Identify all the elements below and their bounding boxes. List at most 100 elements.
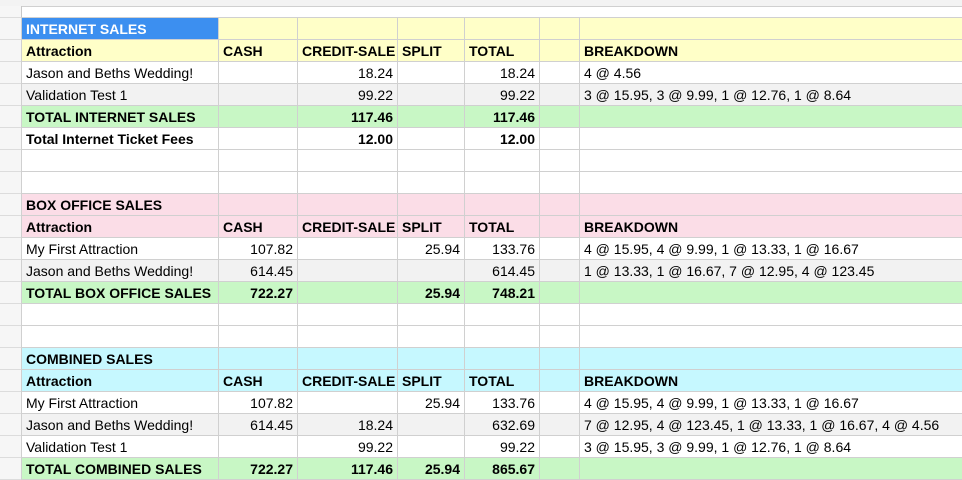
cell[interactable] [539,127,580,150]
cell[interactable]: 12.00 [464,127,540,150]
cell[interactable] [397,149,465,172]
cell[interactable]: Jason and Beths Wedding! [21,61,219,84]
cell[interactable]: TOTAL [464,39,540,62]
cell[interactable] [397,303,465,326]
cell[interactable] [539,259,580,282]
cell[interactable] [397,413,465,436]
cell[interactable]: 632.69 [464,413,540,436]
cell[interactable]: 722.27 [218,457,298,480]
cell[interactable] [539,17,580,40]
cell[interactable] [539,61,580,84]
cell[interactable] [579,149,962,172]
cell[interactable]: CREDIT-SALE [297,215,398,238]
cell[interactable] [539,39,580,62]
cell[interactable]: TOTAL [464,369,540,392]
cell[interactable] [464,193,540,216]
cell[interactable] [579,171,962,194]
cell[interactable]: 18.24 [297,413,398,436]
cell[interactable]: CREDIT-SALE [297,369,398,392]
cell[interactable] [539,83,580,106]
cell[interactable] [218,435,298,458]
cell[interactable]: 107.82 [218,391,298,414]
cell[interactable] [464,171,540,194]
cell[interactable]: 99.22 [464,83,540,106]
row-gutter[interactable] [0,6,22,480]
cell[interactable] [297,193,398,216]
cell[interactable] [579,127,962,150]
cell[interactable]: My First Attraction [21,237,219,260]
cell[interactable]: 4 @ 15.95, 4 @ 9.99, 1 @ 13.33, 1 @ 16.6… [579,391,962,414]
cell[interactable] [539,347,580,370]
cell[interactable]: BOX OFFICE SALES [21,193,219,216]
cell[interactable]: 117.46 [297,105,398,128]
cell[interactable]: SPLIT [397,369,465,392]
cell[interactable] [397,17,465,40]
cell[interactable] [218,127,298,150]
cell[interactable]: TOTAL COMBINED SALES [21,457,219,480]
cell[interactable] [21,303,219,326]
cell[interactable]: Total Internet Ticket Fees [21,127,219,150]
cell[interactable] [218,105,298,128]
cell[interactable]: 18.24 [297,61,398,84]
cell[interactable] [539,457,580,480]
cell[interactable] [397,105,465,128]
cell[interactable]: My First Attraction [21,391,219,414]
cell[interactable] [579,347,962,370]
cell[interactable] [21,171,219,194]
cell[interactable] [397,347,465,370]
cell[interactable]: TOTAL [464,215,540,238]
cell[interactable] [539,193,580,216]
cell[interactable] [397,61,465,84]
cell[interactable] [397,325,465,348]
cell[interactable]: BREAKDOWN [579,369,962,392]
cell[interactable]: 25.94 [397,281,465,304]
cell[interactable]: 614.45 [218,413,298,436]
cell[interactable] [539,215,580,238]
cell[interactable] [297,259,398,282]
cell[interactable] [539,435,580,458]
cell[interactable] [579,457,962,480]
cell[interactable] [397,435,465,458]
cell[interactable] [297,347,398,370]
cell[interactable] [464,149,540,172]
cell[interactable]: 99.22 [297,83,398,106]
cell[interactable]: 133.76 [464,237,540,260]
cell[interactable] [218,83,298,106]
cell[interactable] [579,281,962,304]
cell[interactable] [218,61,298,84]
cell[interactable] [297,237,398,260]
cell[interactable] [539,303,580,326]
cell[interactable] [297,391,398,414]
cell[interactable] [579,325,962,348]
cell[interactable] [21,149,219,172]
cell[interactable] [464,303,540,326]
cell[interactable] [397,193,465,216]
cell[interactable] [21,325,219,348]
cell[interactable] [297,281,398,304]
cell[interactable]: 25.94 [397,457,465,480]
cell[interactable]: 722.27 [218,281,298,304]
cell[interactable] [579,193,962,216]
cell[interactable] [539,391,580,414]
cell[interactable]: TOTAL INTERNET SALES [21,105,219,128]
cell[interactable] [464,325,540,348]
cell[interactable] [218,193,298,216]
cell[interactable] [218,347,298,370]
cell[interactable]: Attraction [21,39,219,62]
cell[interactable]: 99.22 [464,435,540,458]
cell[interactable]: 99.22 [297,435,398,458]
cell[interactable]: Validation Test 1 [21,435,219,458]
cell[interactable]: INTERNET SALES [21,17,219,40]
cell[interactable]: Attraction [21,369,219,392]
cell[interactable] [539,237,580,260]
cell[interactable]: 117.46 [464,105,540,128]
cell[interactable]: 748.21 [464,281,540,304]
cell[interactable] [397,83,465,106]
cell[interactable]: Attraction [21,215,219,238]
cell[interactable]: SPLIT [397,39,465,62]
cell[interactable]: 12.00 [297,127,398,150]
cell[interactable]: CASH [218,215,298,238]
cell[interactable]: Validation Test 1 [21,83,219,106]
cell[interactable] [464,347,540,370]
cell[interactable] [397,171,465,194]
